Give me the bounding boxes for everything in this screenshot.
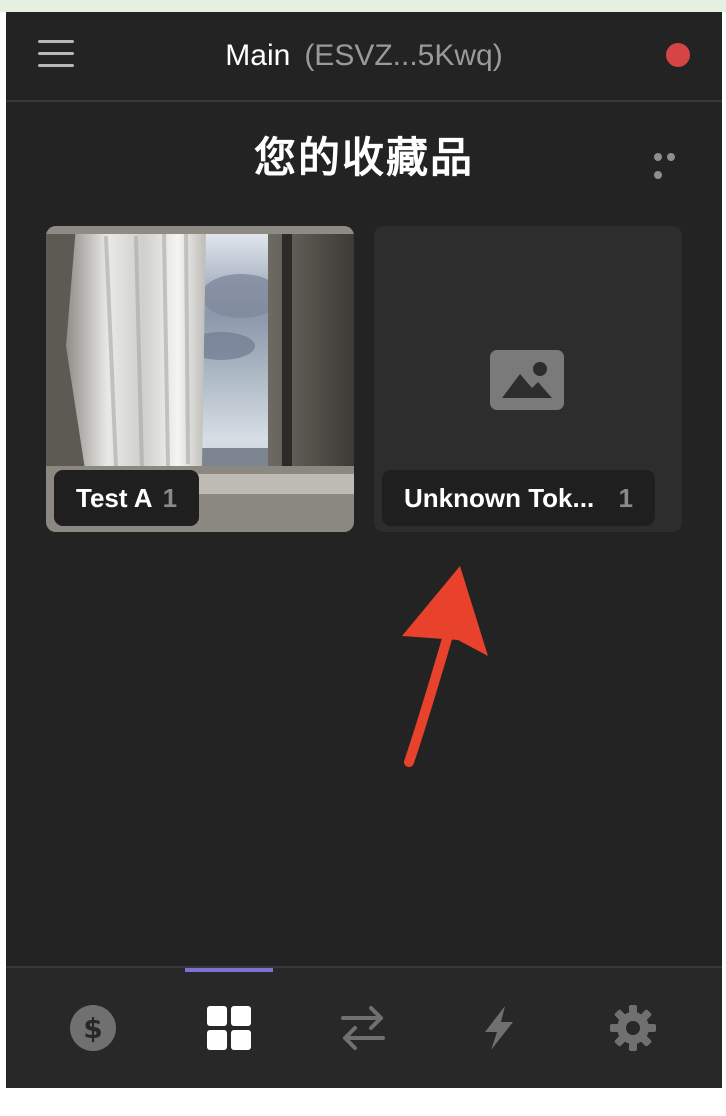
gear-icon (610, 1005, 656, 1051)
collectible-card-unknown-token[interactable]: Unknown Tok... 1 (374, 226, 682, 532)
collectibles-title: 您的收藏品 (253, 134, 474, 181)
grid-icon (207, 1006, 251, 1050)
collectible-count: 1 (162, 482, 178, 513)
svg-text:$: $ (83, 1012, 102, 1045)
swap-arrows-icon (341, 1006, 385, 1050)
collectible-name: Unknown Tok... (404, 482, 595, 513)
collectible-label: Unknown Tok... 1 (382, 470, 655, 526)
lightning-icon (485, 1006, 513, 1050)
wallet-name: Main (225, 39, 291, 72)
collectible-count: 1 (618, 482, 633, 513)
wallet-selector[interactable]: Main (ESVZ...5Kwq) (6, 36, 722, 76)
image-placeholder-icon (490, 350, 564, 410)
collectible-card-test-a[interactable]: Test A 1 (46, 226, 354, 532)
tab-settings[interactable] (574, 968, 692, 1088)
bottom-tab-bar: $ (6, 966, 722, 1088)
wallet-popup: Main (ESVZ...5Kwq) 您的收藏品 Test A 1 Unknow… (6, 12, 722, 1088)
annotation-arrow (402, 566, 488, 767)
header: Main (ESVZ...5Kwq) (6, 12, 722, 102)
more-horizontal-icon[interactable] (654, 148, 692, 179)
collectible-label: Test A 1 (54, 470, 200, 526)
tab-activity[interactable] (440, 968, 558, 1088)
tab-swap[interactable] (304, 968, 422, 1088)
collectible-name: Test A (76, 482, 153, 513)
tab-collectibles[interactable] (170, 968, 288, 1088)
background-page-top (0, 0, 726, 12)
wallet-address: (ESVZ...5Kwq) (304, 39, 503, 72)
connection-status-dot[interactable] (666, 43, 690, 67)
background-page-bottom (0, 1088, 726, 1116)
tab-balances[interactable]: $ (34, 968, 152, 1088)
background-page-right (722, 12, 726, 1116)
dollar-coin-icon: $ (70, 1005, 116, 1051)
